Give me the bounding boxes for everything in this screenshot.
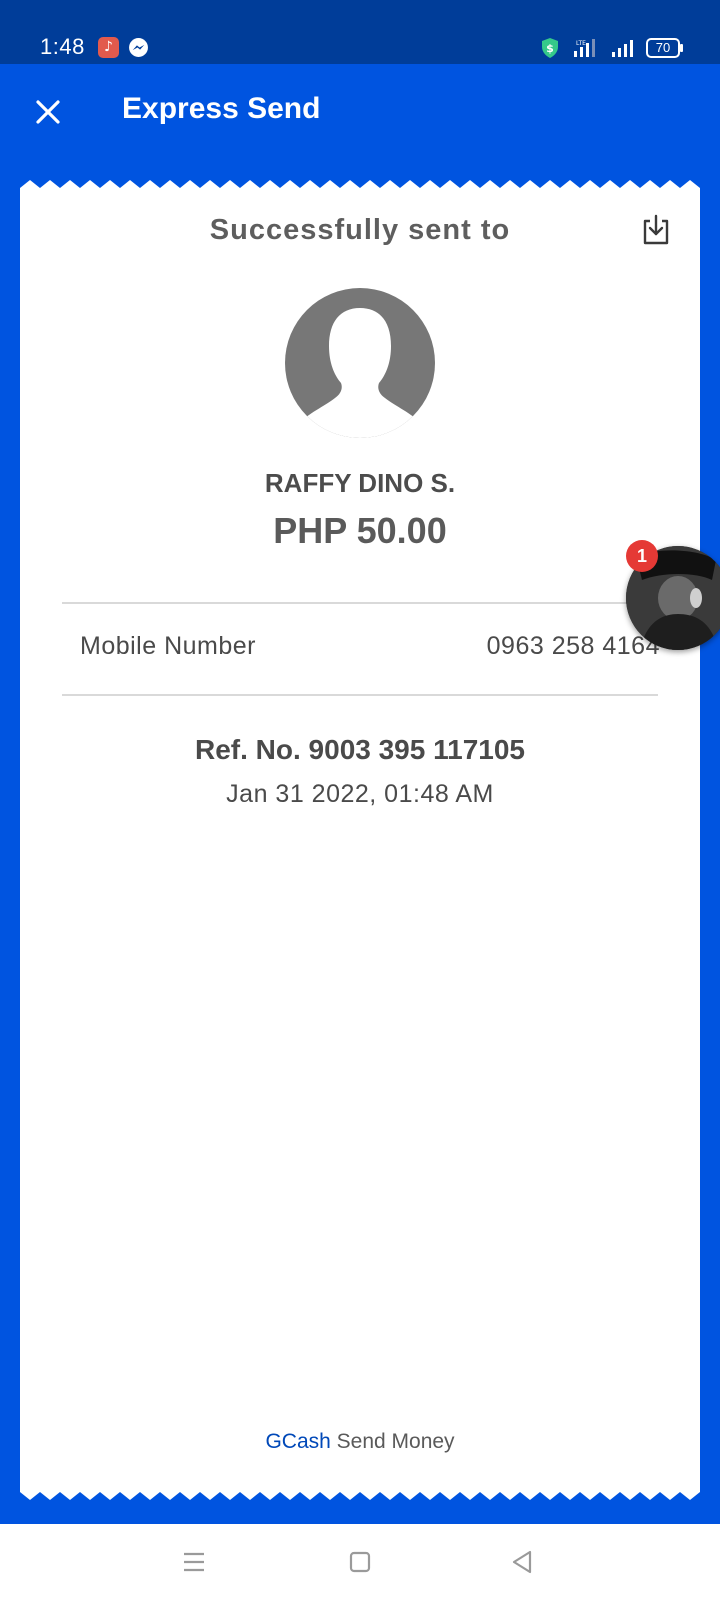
status-icons: $ LTE 70 — [540, 36, 683, 60]
receipt-zigzag-top — [20, 178, 700, 188]
system-nav-bar — [0, 1524, 720, 1600]
status-bar: 1:48 ♪ $ LTE 70 — [0, 0, 720, 64]
mobile-number-value: 0963 258 4164 — [486, 632, 660, 660]
status-time: 1:48 — [40, 34, 85, 59]
footer-brand: GCash Send Money — [20, 1430, 700, 1454]
recipient-name: RAFFY DINO S. — [264, 468, 456, 498]
avatar — [285, 288, 435, 438]
shield-dollar-icon: $ — [542, 38, 558, 58]
svg-text:LTE: LTE — [576, 40, 586, 47]
svg-text:$: $ — [546, 42, 554, 55]
home-icon[interactable] — [342, 1544, 378, 1580]
receipt-card: Successfully sent to RAFFY DINO S. PHP 5… — [20, 178, 700, 1502]
mobile-number-label: Mobile Number — [80, 632, 257, 660]
download-icon[interactable] — [638, 212, 674, 248]
page-title: Express Send — [122, 92, 321, 125]
back-icon[interactable] — [504, 1544, 540, 1580]
amount-sent: PHP 50.00 — [273, 510, 447, 551]
recent-apps-icon[interactable] — [176, 1544, 212, 1580]
battery-icon: 70 — [646, 38, 683, 58]
signal-lte-icon: LTE — [574, 39, 595, 57]
close-icon[interactable] — [30, 94, 66, 130]
send-money-text: Send Money — [336, 1430, 455, 1453]
chat-head-badge: 1 — [626, 540, 658, 572]
success-title: Successfully sent to — [209, 214, 511, 246]
receipt-zigzag-bottom — [20, 1492, 700, 1502]
gcash-brand-text: GCash — [265, 1430, 331, 1453]
app-header: Express Send — [0, 64, 720, 156]
messenger-icon — [129, 38, 148, 57]
divider — [62, 602, 658, 604]
music-app-icon: ♪ — [98, 37, 119, 58]
mobile-number-row: Mobile Number 0963 258 4164 — [80, 632, 660, 666]
transaction-date: Jan 31 2022, 01:48 AM — [226, 780, 494, 808]
divider — [62, 694, 658, 696]
signal-icon — [612, 40, 633, 57]
reference-number: Ref. No. 9003 395 117105 — [194, 734, 525, 765]
